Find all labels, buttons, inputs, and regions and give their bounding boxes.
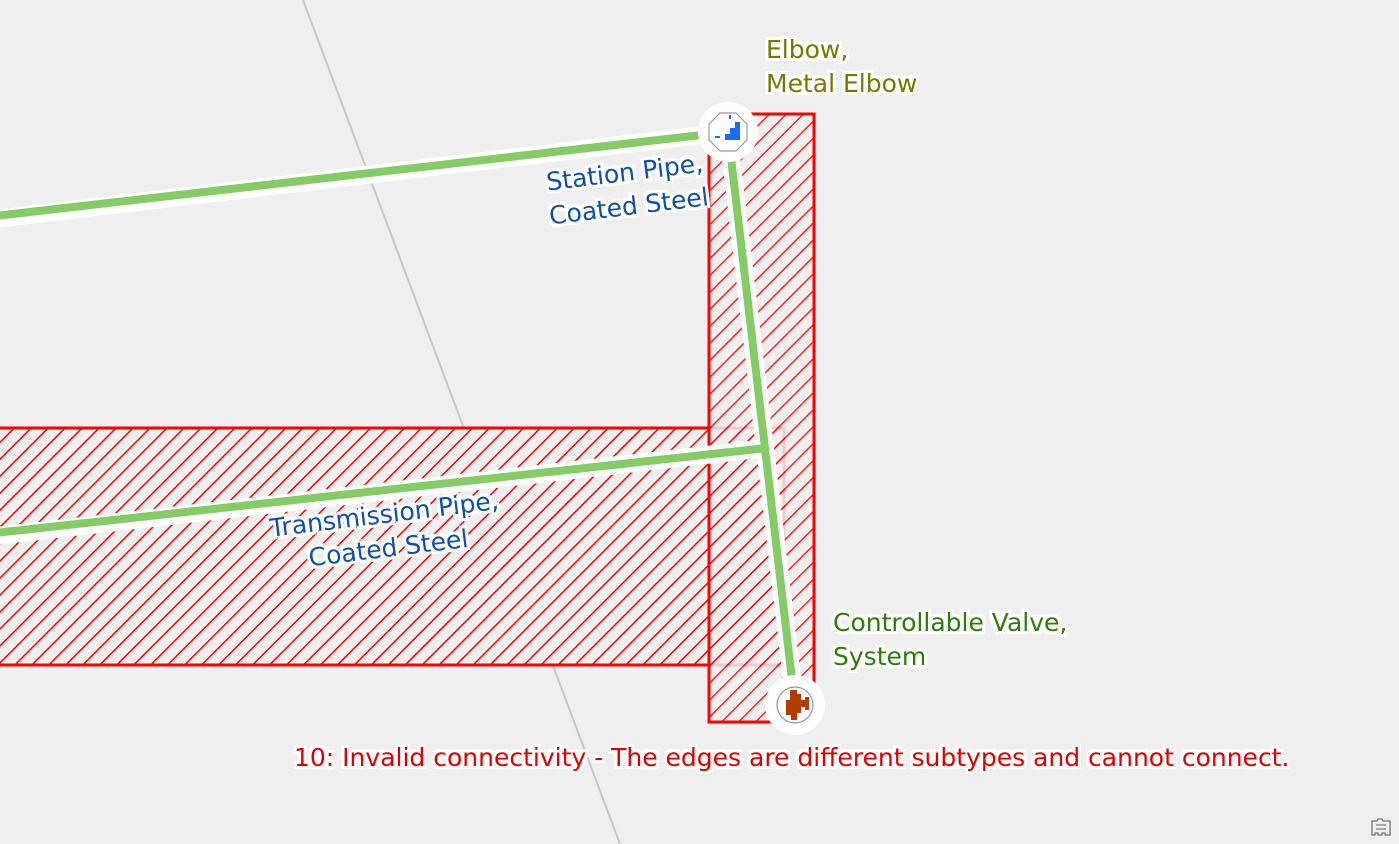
elbow-device[interactable]: [698, 102, 758, 162]
valve-label-name: Controllable Valve,: [833, 608, 1068, 637]
elbow-label-subtype: Metal Elbow: [766, 69, 918, 98]
valve-label-subtype: System: [833, 642, 927, 671]
elbow-label: Elbow, Metal Elbow: [766, 33, 917, 101]
parcel-boundary-line: [302, 0, 621, 844]
elbow-frame: [708, 112, 748, 152]
map-layer-icon[interactable]: [1370, 818, 1392, 836]
map-canvas[interactable]: [0, 0, 1399, 844]
valve-label: Controllable Valve, System: [833, 606, 1067, 674]
valve-device[interactable]: [765, 675, 825, 735]
error-message-label: 10: Invalid connectivity - The edges are…: [294, 743, 1290, 772]
elbow-label-name: Elbow,: [766, 35, 849, 64]
